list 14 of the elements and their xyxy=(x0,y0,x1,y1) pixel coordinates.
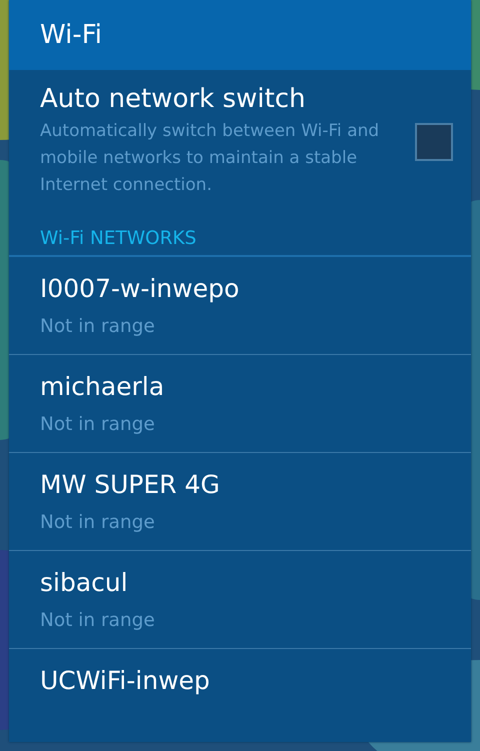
checkbox[interactable] xyxy=(415,122,453,160)
section-header: Wi-Fi NETWORKS xyxy=(40,228,196,249)
network-status: Not in range xyxy=(40,315,156,339)
network-name[interactable]: MW SUPER 4G xyxy=(40,469,440,501)
network-name[interactable]: I0007-w-inwepo xyxy=(40,273,440,305)
setting-title: Auto network switch xyxy=(40,84,306,114)
network-name[interactable]: sibacul xyxy=(40,567,440,599)
setting-description: Automatically switch between Wi-Fi and mobile networks to maintain a stable Internet connection. xyxy=(40,120,380,197)
dialog-title: Wi-Fi xyxy=(40,20,102,50)
network-name[interactable]: michaerla xyxy=(40,371,440,403)
network-status: Not in range xyxy=(40,609,156,633)
network-name[interactable]: UCWiFi-inwep xyxy=(40,665,440,697)
network-status: Not in range xyxy=(40,511,156,535)
network-status: Not in range xyxy=(40,413,156,437)
